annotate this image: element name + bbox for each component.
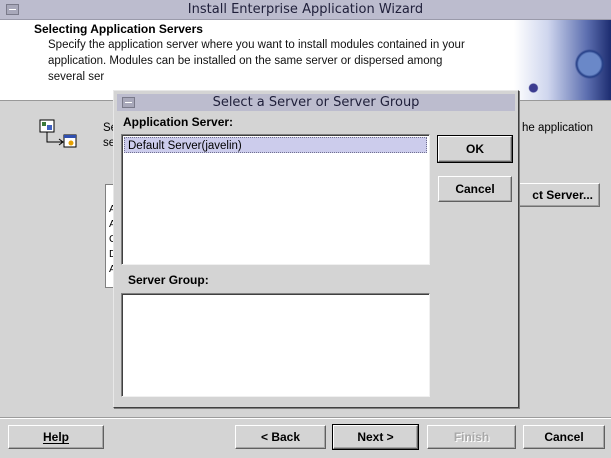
application-server-list[interactable]: Default Server(javelin) bbox=[121, 134, 430, 265]
help-button-label: Help bbox=[42, 430, 69, 444]
select-server-dialog: Select a Server or Server Group Applicat… bbox=[113, 90, 519, 408]
server-group-list[interactable] bbox=[121, 293, 430, 397]
dialog-cancel-button[interactable]: Cancel bbox=[438, 176, 512, 202]
wizard-titlebar[interactable]: Install Enterprise Application Wizard bbox=[0, 0, 611, 20]
globe-graphic-icon bbox=[514, 20, 611, 100]
dialog-title: Select a Server or Server Group bbox=[212, 95, 420, 110]
help-button[interactable]: Help bbox=[8, 425, 104, 449]
back-button[interactable]: < Back bbox=[235, 425, 326, 449]
section-title: Selecting Application Servers bbox=[34, 22, 203, 36]
module-mapping-icon bbox=[39, 119, 77, 148]
list-item[interactable]: Default Server(javelin) bbox=[124, 137, 427, 153]
cancel-button[interactable]: Cancel bbox=[523, 425, 605, 449]
ok-button[interactable]: OK bbox=[437, 135, 513, 163]
footer-divider bbox=[0, 417, 611, 419]
application-server-label: Application Server: bbox=[123, 115, 234, 129]
dialog-titlebar[interactable]: Select a Server or Server Group bbox=[117, 94, 515, 111]
body-text-right: he application bbox=[522, 122, 593, 134]
next-button[interactable]: Next > bbox=[332, 424, 419, 450]
description-line-3: several ser bbox=[48, 71, 105, 83]
description-line-2: application. Modules can be installed on… bbox=[48, 55, 443, 67]
server-group-label: Server Group: bbox=[128, 273, 209, 287]
description-line-1: Specify the application server where you… bbox=[48, 39, 465, 51]
finish-button[interactable]: Finish bbox=[427, 425, 516, 449]
wizard-title: Install Enterprise Application Wizard bbox=[187, 2, 424, 17]
